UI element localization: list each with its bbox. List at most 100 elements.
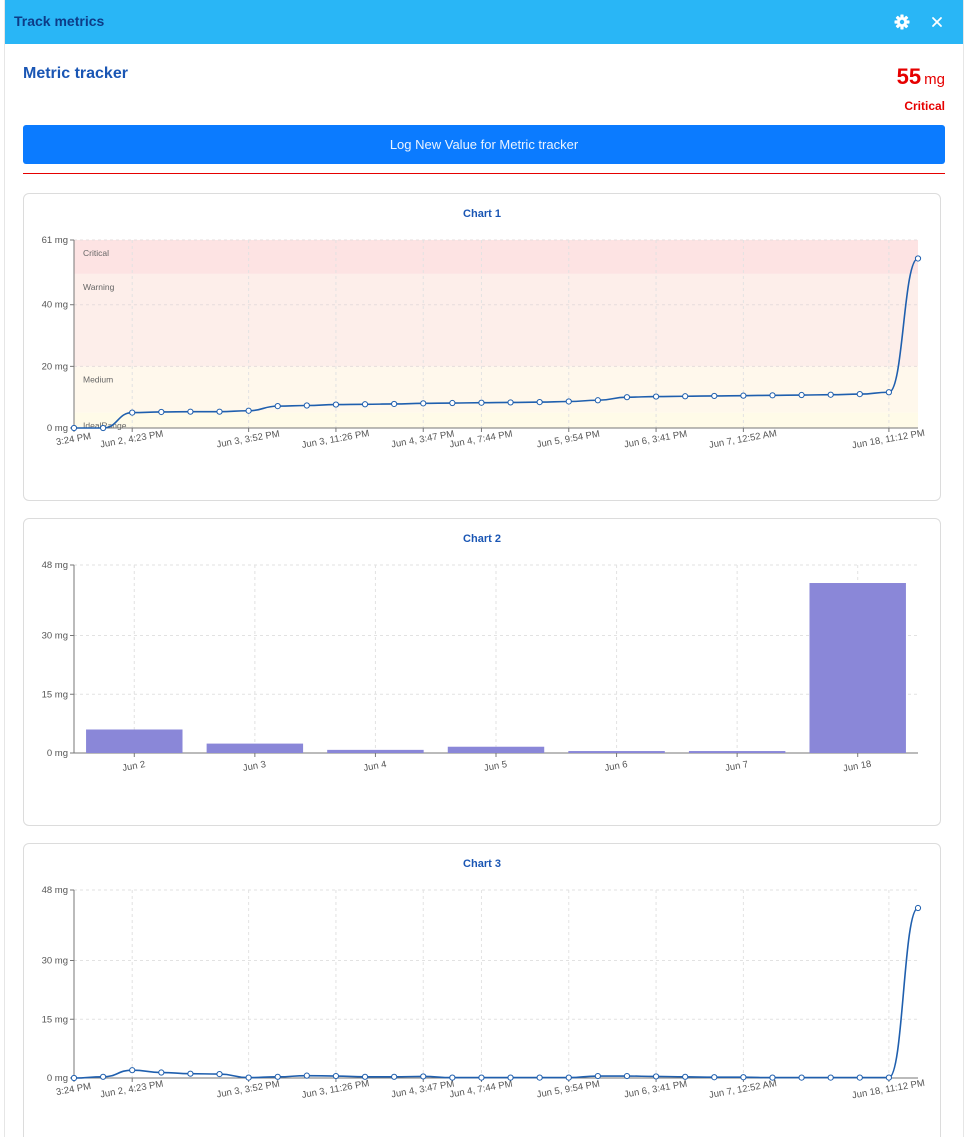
data-point: [565, 398, 572, 405]
bar: [688, 751, 786, 753]
data-point: [216, 1070, 223, 1078]
track-metrics-window: Track metrics Metric tracker 55 mg Criti…: [5, 0, 963, 1137]
y-tick-label: 61 mg: [42, 235, 68, 246]
data-point: [70, 1074, 78, 1082]
data-point: [303, 1072, 310, 1079]
data-point: [769, 392, 776, 399]
threshold-band: [74, 366, 918, 413]
y-tick-label: 15 mg: [42, 1014, 68, 1025]
data-point: [449, 1074, 456, 1081]
band-label: Critical: [83, 248, 109, 258]
data-point: [420, 400, 427, 407]
data-point: [187, 408, 194, 415]
bar: [568, 751, 665, 753]
chart-card-3: Chart 3 0 mg 15 mg 30 mg 48 mg 3:24 PM Jun 2,…: [23, 843, 941, 1137]
window-title: Track metrics: [14, 13, 105, 29]
band-label: Warning: [83, 282, 115, 292]
data-point: [856, 390, 863, 398]
data-point: [798, 1074, 805, 1081]
data-point: [740, 1074, 747, 1081]
data-point: [682, 1073, 689, 1080]
data-point: [885, 389, 892, 396]
threshold-band: [74, 273, 918, 367]
y-tick-label: 30 mg: [42, 956, 68, 967]
data-point: [623, 1072, 631, 1080]
close-icon[interactable]: [927, 12, 947, 32]
chart-1-plot: 0 mg 20 mg 40 mg 61 mg Critical Warning Medium…: [42, 235, 926, 451]
data-point: [245, 407, 252, 414]
data-point: [361, 401, 369, 408]
data-point: [391, 400, 398, 408]
data-point: [158, 408, 165, 416]
data-point: [274, 1073, 281, 1080]
y-tick-label: 0 mg: [47, 748, 68, 759]
title-bar: Track metrics: [5, 0, 963, 44]
bar: [447, 746, 545, 753]
data-point: [740, 392, 747, 399]
x-tick-label: Jun 6: [604, 759, 629, 774]
y-tick-label: 0 mg: [47, 1073, 68, 1084]
data-point: [711, 1074, 718, 1081]
data-point: [420, 1073, 427, 1080]
data-point: [769, 1074, 776, 1081]
data-point: [536, 1074, 543, 1081]
data-point: [332, 401, 340, 408]
data-point: [100, 1073, 107, 1080]
data-point: [885, 1074, 892, 1081]
chart-2-plot: 0 mg 15 mg 30 mg 48 mg Jun 2 Jun 3 Jun 4 Jun 5 J…: [42, 560, 918, 775]
x-tick-label: Jun 4: [363, 759, 388, 774]
data-point: [594, 1072, 601, 1080]
status-badge: Critical: [904, 99, 945, 113]
metric-value-number: 55: [896, 64, 922, 89]
y-tick-label: 0 mg: [47, 423, 68, 434]
bar: [327, 749, 424, 753]
metric-value-unit: mg: [924, 71, 945, 88]
data-point: [536, 399, 543, 406]
bar: [809, 583, 906, 753]
metric-current-value: 55 mg: [897, 64, 945, 90]
data-point: [652, 393, 660, 400]
data-point: [594, 397, 601, 404]
data-point: [507, 1074, 514, 1081]
log-new-value-button[interactable]: Log New Value for Metric tracker: [23, 125, 945, 164]
data-point: [187, 1070, 194, 1077]
data-point: [798, 391, 805, 399]
y-tick-label: 40 mg: [42, 300, 68, 311]
data-point: [507, 399, 514, 406]
data-point: [914, 255, 922, 262]
bar: [206, 743, 304, 753]
data-point: [711, 392, 718, 400]
data-point: [158, 1069, 165, 1076]
threshold-band: [74, 412, 918, 428]
band-label: Medium: [83, 374, 113, 384]
data-point: [623, 394, 631, 401]
data-point: [100, 424, 107, 432]
x-tick-label: Jun 2: [121, 759, 146, 774]
y-tick-label: 48 mg: [42, 560, 68, 571]
data-point: [478, 399, 485, 406]
y-tick-label: 48 mg: [42, 885, 68, 896]
data-point: [303, 402, 310, 409]
data-point: [391, 1073, 398, 1080]
y-tick-label: 15 mg: [42, 689, 68, 700]
x-tick-label: Jun 18: [842, 759, 872, 775]
data-point: [827, 1074, 834, 1081]
y-tick-label: 30 mg: [42, 631, 68, 642]
y-tick-label: 20 mg: [42, 361, 68, 372]
x-tick-label: Jun 3: [242, 759, 267, 774]
data-point: [274, 403, 281, 410]
data-point: [827, 391, 834, 398]
data-point: [449, 399, 456, 407]
data-point: [478, 1074, 485, 1081]
chart-card-1: Chart 1 0 mg 20 mg 40 mg 61 mg Critical Warni…: [23, 193, 941, 501]
data-point: [361, 1073, 369, 1080]
metric-name: Metric tracker: [23, 65, 128, 82]
chart-3-plot: 0 mg15 mg30 mg48 mg3:24 PM Jun 2, 4:23 PM…: [42, 885, 926, 1101]
bar: [86, 729, 183, 753]
x-tick-label: Jun 5: [483, 759, 508, 774]
data-point: [652, 1073, 660, 1080]
data-point: [914, 904, 922, 912]
data-point: [856, 1074, 863, 1081]
gear-icon[interactable]: [892, 12, 912, 32]
x-tick-label: Jun 7: [724, 759, 749, 774]
